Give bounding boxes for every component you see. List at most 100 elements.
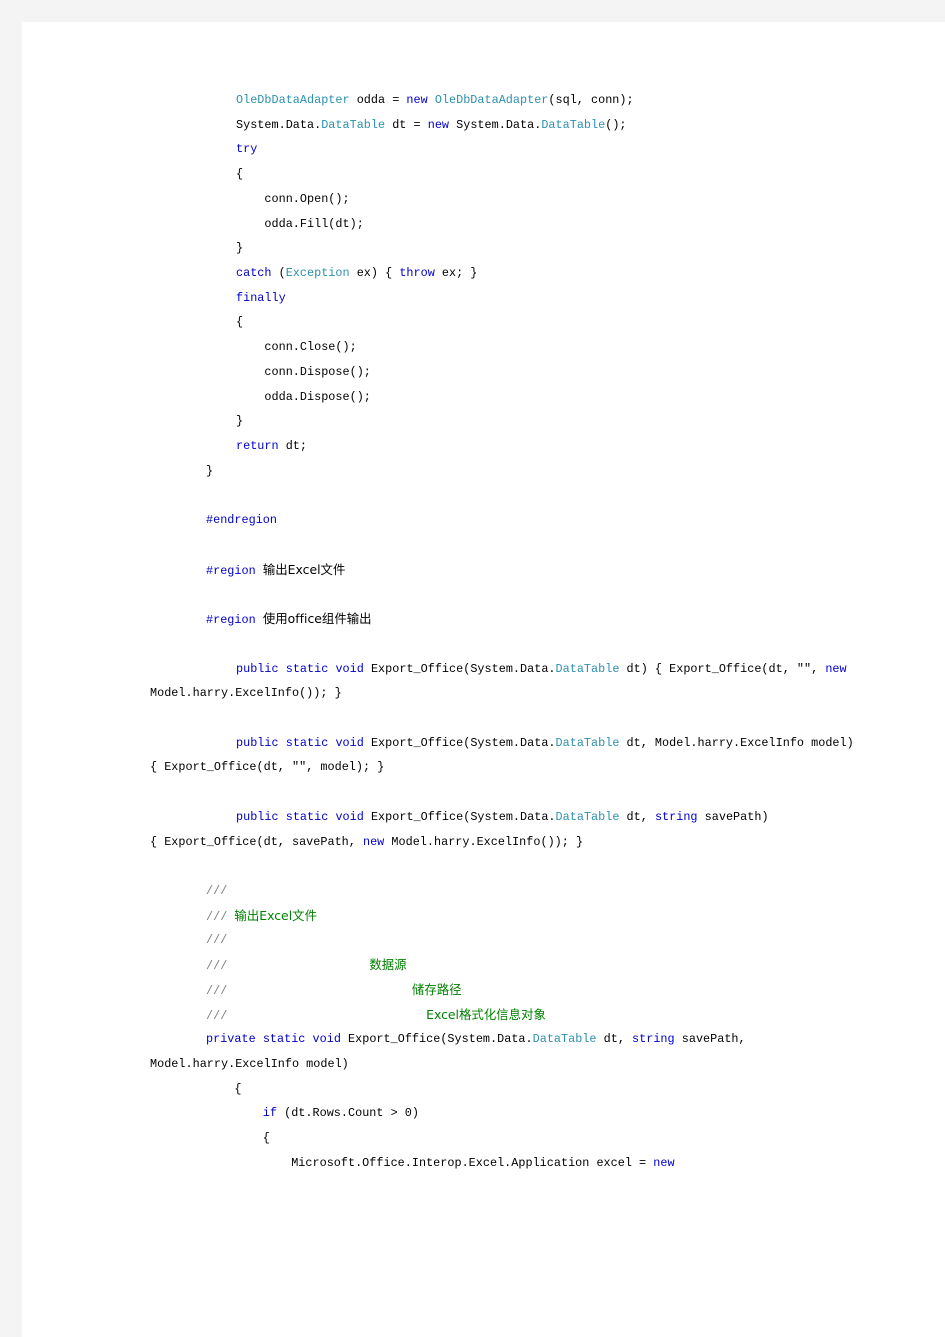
code-token-plain: Export_Office(System.Data. <box>363 809 556 824</box>
code-token-plain: Export_Office(System.Data. <box>340 1032 533 1047</box>
code-line: conn.Close(); <box>22 335 945 360</box>
code-token-type: DataTable <box>555 809 620 824</box>
code-token-kw: finally <box>236 290 286 305</box>
code-line: odda.Dispose(); <box>22 385 945 410</box>
code-token-kw: private <box>206 1032 256 1047</box>
code-token-plain: } <box>236 241 244 256</box>
code-line: Model.harry.ExcelInfo()); } <box>22 681 945 706</box>
code-line: /// <box>22 879 945 904</box>
code-token-plain: Model.harry.ExcelInfo()); } <box>384 834 584 849</box>
code-line: try <box>22 137 945 162</box>
code-token-kw: static <box>285 661 329 676</box>
code-token-kw: void <box>312 1032 341 1047</box>
code-token-kw: public <box>236 809 279 824</box>
code-token-plain: ex; } <box>434 266 478 281</box>
code-line: } <box>22 409 945 434</box>
code-token-type: DataTable <box>321 117 386 132</box>
code-line: return dt; <box>22 434 945 459</box>
code-line: finally <box>22 286 945 311</box>
code-line: odda.Fill(dt); <box>22 212 945 237</box>
page-gutter-left <box>0 0 22 1337</box>
code-token-cmt: 数据源 <box>369 957 407 973</box>
code-token-kw: new <box>427 117 450 132</box>
code-token-kw: void <box>335 661 364 676</box>
code-line: } <box>22 236 945 261</box>
code-token-type: DataTable <box>555 661 620 676</box>
code-token-cmt: Excel格式化信息对象 <box>426 1006 546 1022</box>
code-line: /// <box>22 928 945 953</box>
code-token-plain: { <box>236 315 244 330</box>
code-token-plain: dt, <box>619 809 655 824</box>
code-token-plain: (); <box>605 117 627 132</box>
code-token-plain: conn.Close(); <box>236 340 357 355</box>
code-token-plain: Model.harry.ExcelInfo()); } <box>150 686 342 701</box>
code-token-type: DataTable <box>555 735 620 750</box>
code-token-kw: new <box>825 661 847 676</box>
code-line: { Export_Office(dt, savePath, new Model.… <box>22 830 945 855</box>
code-token-plain: ( <box>271 266 286 281</box>
code-line: /// 数据源 <box>22 953 945 978</box>
code-token-plain: Export_Office(System.Data. <box>363 661 556 676</box>
code-token-plain: dt; <box>278 439 308 454</box>
code-token-plain: dt = <box>385 117 428 132</box>
code-token-type: Exception <box>285 266 350 281</box>
code-listing: OleDbDataAdapter odda = new OleDbDataAda… <box>22 22 945 1176</box>
code-token-plain: System.Data. <box>236 117 322 132</box>
code-token-plain: { <box>206 1081 242 1096</box>
code-token-pre: #region <box>206 613 256 628</box>
code-token-plain: 输出Excel文件 <box>262 561 346 577</box>
code-token-type: DataTable <box>532 1032 597 1047</box>
code-token-plain: } <box>206 463 214 478</box>
code-line: } <box>22 459 945 484</box>
code-line: /// 输出Excel文件 <box>22 904 945 929</box>
code-token-plain: conn.Dispose(); <box>236 364 371 379</box>
document-page: OleDbDataAdapter odda = new OleDbDataAda… <box>22 22 945 1337</box>
code-token-kw: if <box>262 1106 277 1121</box>
code-line: if (dt.Rows.Count > 0) <box>22 1101 945 1126</box>
code-token-kw: throw <box>399 266 435 281</box>
code-token-slash: /// <box>206 983 228 998</box>
code-token-plain: Export_Office(System.Data. <box>363 735 556 750</box>
code-token-plain: , <box>811 661 826 676</box>
code-token-plain: odda.Fill(dt); <box>236 216 364 231</box>
code-line: { Export_Office(dt, "", model); } <box>22 755 945 780</box>
code-token-plain: 使用office组件输出 <box>262 611 372 627</box>
code-token-plain: { Export_Office(dt, savePath, <box>150 834 363 849</box>
code-token-plain: , model); } <box>306 760 385 775</box>
page-gutter-top <box>0 0 945 22</box>
code-token-cmt: 输出Excel文件 <box>234 907 317 923</box>
code-line: { <box>22 162 945 187</box>
code-line: public static void Export_Office(System.… <box>22 805 945 830</box>
code-line: #endregion <box>22 508 945 533</box>
code-token-plain: { <box>206 1131 270 1146</box>
code-token-kw: public <box>236 735 279 750</box>
code-token-kw: return <box>236 439 279 454</box>
code-token-plain: savePath) <box>697 809 769 824</box>
code-line: public static void Export_Office(System.… <box>22 657 945 682</box>
code-token-kw: static <box>285 809 329 824</box>
code-line: Microsoft.Office.Interop.Excel.Applicati… <box>22 1151 945 1176</box>
code-line: System.Data.DataTable dt = new System.Da… <box>22 113 945 138</box>
code-token-plain: odda = <box>349 93 407 107</box>
code-token-kw: static <box>285 735 329 750</box>
code-token-kw: new <box>653 1155 675 1170</box>
code-line: /// Excel格式化信息对象 <box>22 1003 945 1028</box>
code-token-kw: string <box>632 1032 675 1047</box>
code-line: { <box>22 310 945 335</box>
code-token-plain: dt) { Export_Office(dt, <box>619 661 797 676</box>
code-token-plain: (dt.Rows.Count > 0) <box>277 1106 419 1121</box>
code-token-kw: string <box>654 809 698 824</box>
code-token-type: OleDbDataAdapter <box>236 93 350 107</box>
